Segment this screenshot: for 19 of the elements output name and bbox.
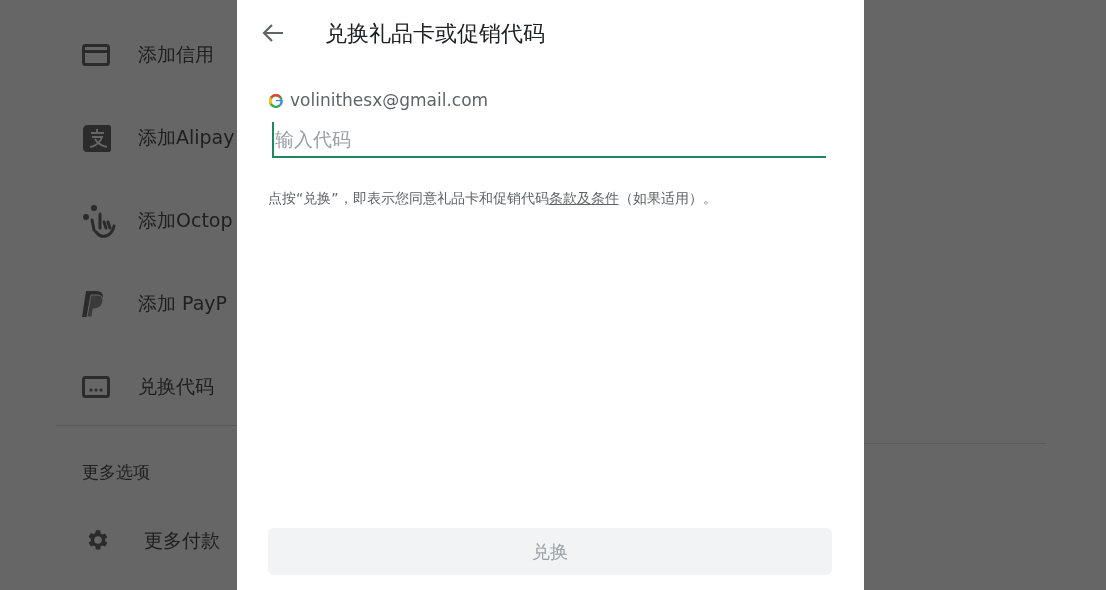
dialog-title: 兑换礼品卡或促销代码 bbox=[325, 19, 545, 48]
paypal-icon bbox=[82, 289, 106, 318]
account-email: volinithesx@gmail.com bbox=[290, 89, 489, 112]
code-box-icon bbox=[82, 375, 110, 398]
menu-item-label[interactable]: 兑换代码 bbox=[138, 372, 214, 401]
menu-item-label[interactable]: 添加Octop bbox=[138, 206, 233, 235]
back-button[interactable] bbox=[262, 22, 284, 44]
menu-item-label[interactable]: 添加信用 bbox=[138, 40, 214, 69]
menu-item-label[interactable]: 添加Alipay bbox=[138, 123, 235, 152]
credit-card-icon bbox=[82, 43, 110, 66]
section-title: 更多选项 bbox=[82, 462, 150, 482]
menu-item-label[interactable]: 添加 PayP bbox=[138, 289, 227, 318]
terms-text: 点按“兑换”，即表示您同意礼品卡和促销代码条款及条件（如果适用）。 bbox=[268, 188, 718, 208]
back-arrow-icon bbox=[262, 23, 284, 43]
payment-app-icon bbox=[82, 122, 112, 153]
google-g-icon bbox=[269, 93, 283, 108]
input-field[interactable]: 输入代码 bbox=[272, 121, 826, 158]
terms-link[interactable]: 条款及条件 bbox=[548, 189, 619, 206]
menu-item-label[interactable]: 更多付款 bbox=[144, 526, 220, 555]
